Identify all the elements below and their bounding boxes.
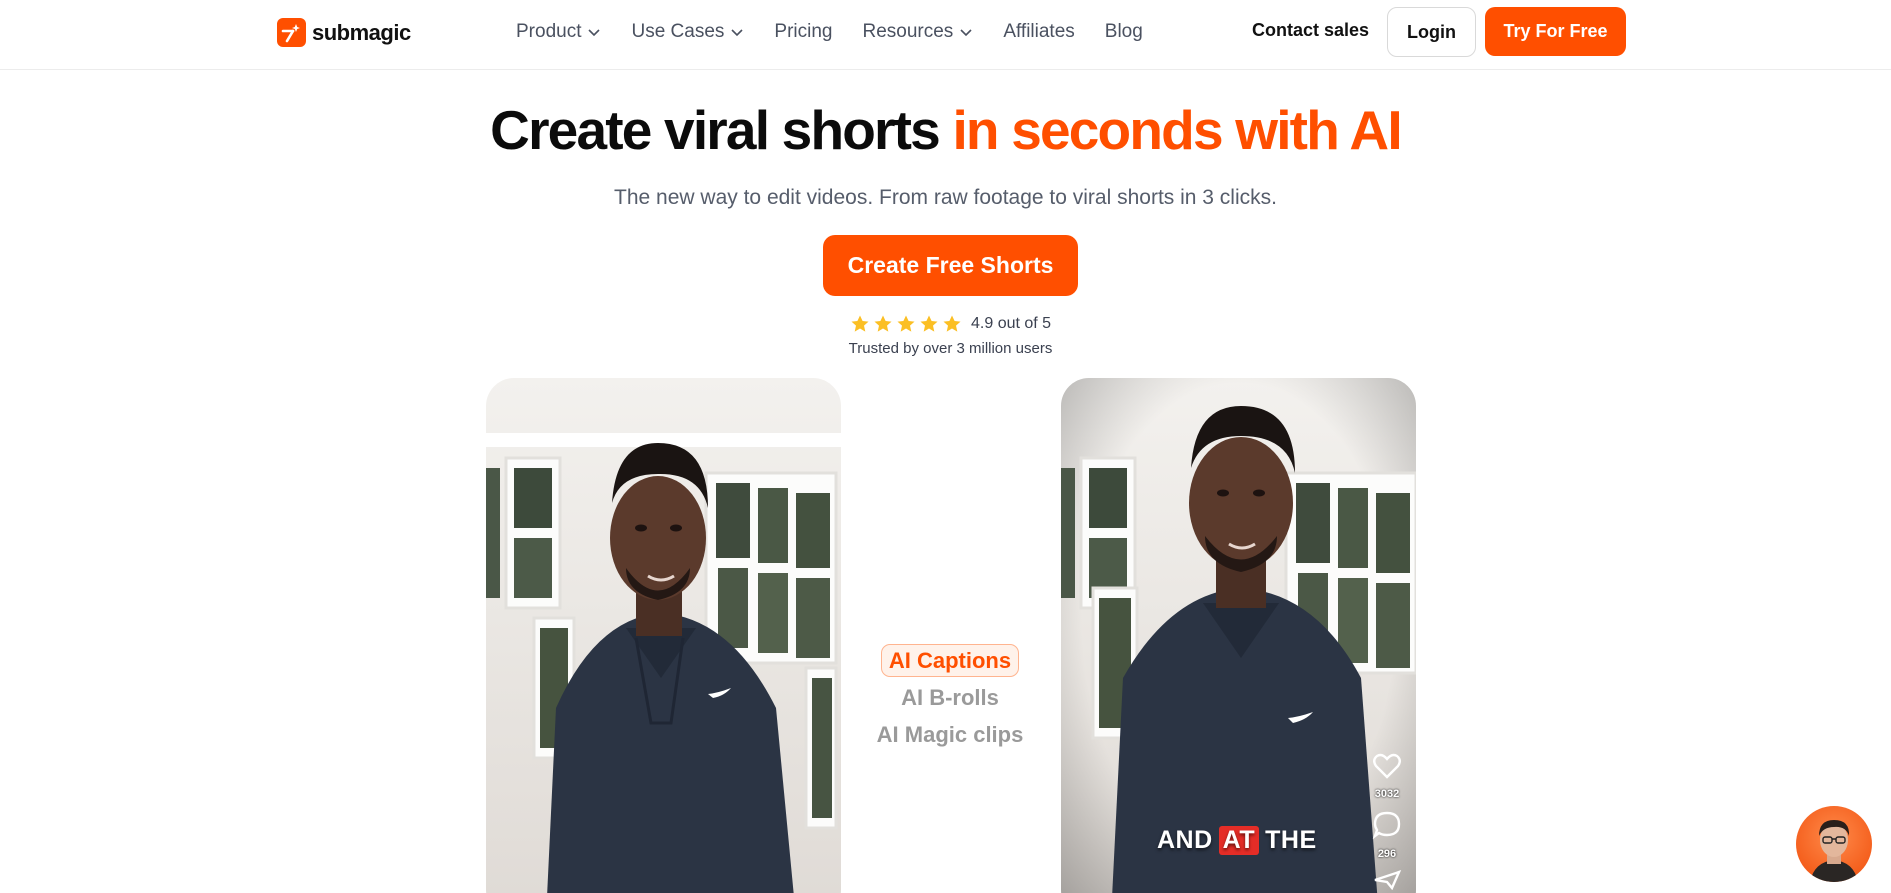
logo[interactable]: submagic	[277, 18, 411, 47]
nav-label: Affiliates	[1003, 21, 1075, 42]
feature-list: AI Captions AI B-rolls AI Magic clips	[860, 642, 1040, 753]
nav-blog[interactable]: Blog	[1105, 21, 1143, 43]
chevron-down-icon	[960, 29, 972, 37]
nav-label: Pricing	[774, 21, 833, 42]
nav-label: Use Cases	[631, 21, 725, 42]
nav-label: Product	[516, 21, 582, 42]
star-icon	[874, 315, 892, 332]
try-for-free-button[interactable]: Try For Free	[1485, 7, 1626, 56]
logo-text: submagic	[312, 19, 411, 45]
logo-icon	[277, 18, 306, 47]
chevron-down-icon	[731, 29, 743, 37]
caption-word-highlight: AT	[1218, 826, 1260, 855]
heart-icon[interactable]	[1372, 752, 1402, 780]
star-icon	[920, 315, 938, 332]
main-nav: Product Use Cases Pricing Resources Affi…	[516, 0, 1143, 64]
rating: 4.9 out of 5	[850, 314, 1051, 334]
rating-text: 4.9 out of 5	[971, 315, 1052, 332]
star-icon	[943, 315, 961, 332]
nav-affiliates[interactable]: Affiliates	[1003, 21, 1074, 43]
feature-ai-magic-clips[interactable]: AI Magic clips	[860, 716, 1040, 753]
feature-ai-captions[interactable]: AI Captions	[880, 644, 1020, 677]
edited-video-preview: AND AT THE 3032 296	[1061, 378, 1416, 893]
chevron-down-icon	[588, 29, 601, 37]
hero-subtitle: The new way to edit videos. From raw foo…	[614, 186, 1277, 209]
animated-caption: AND AT THE	[1157, 826, 1317, 855]
likes-count: 3032	[1374, 788, 1400, 800]
comments-count: 296	[1377, 848, 1397, 860]
chat-avatar[interactable]	[1796, 806, 1872, 882]
video-actions: 3032 296	[1372, 752, 1402, 890]
nav-label: Blog	[1104, 21, 1143, 42]
caption-word: THE	[1265, 826, 1317, 854]
raw-video-preview	[486, 378, 841, 893]
feature-ai-b-rolls[interactable]: AI B-rolls	[860, 679, 1040, 716]
hero-title-main: Create viral shorts	[490, 99, 953, 161]
login-button[interactable]: Login	[1387, 7, 1476, 57]
site-header: submagic Product Use Cases Pricing Resou…	[0, 0, 1891, 70]
create-free-shorts-button[interactable]: Create Free Shorts	[823, 235, 1078, 296]
nav-pricing[interactable]: Pricing	[774, 21, 832, 43]
nav-resources[interactable]: Resources	[862, 21, 973, 43]
comment-icon[interactable]	[1372, 810, 1402, 840]
trusted-text: Trusted by over 3 million users	[848, 340, 1053, 357]
share-icon[interactable]	[1372, 870, 1402, 890]
nav-label: Resources	[862, 21, 954, 42]
hero-title: Create viral shorts in seconds with AI	[0, 98, 1891, 162]
nav-product[interactable]: Product	[516, 21, 601, 43]
nav-use-cases[interactable]: Use Cases	[631, 21, 744, 43]
star-icon	[851, 315, 869, 332]
caption-word: AND	[1157, 826, 1213, 854]
star-icon	[897, 315, 915, 332]
contact-sales-link[interactable]: Contact sales	[1252, 20, 1369, 41]
hero-title-accent: in seconds with AI	[952, 99, 1402, 161]
